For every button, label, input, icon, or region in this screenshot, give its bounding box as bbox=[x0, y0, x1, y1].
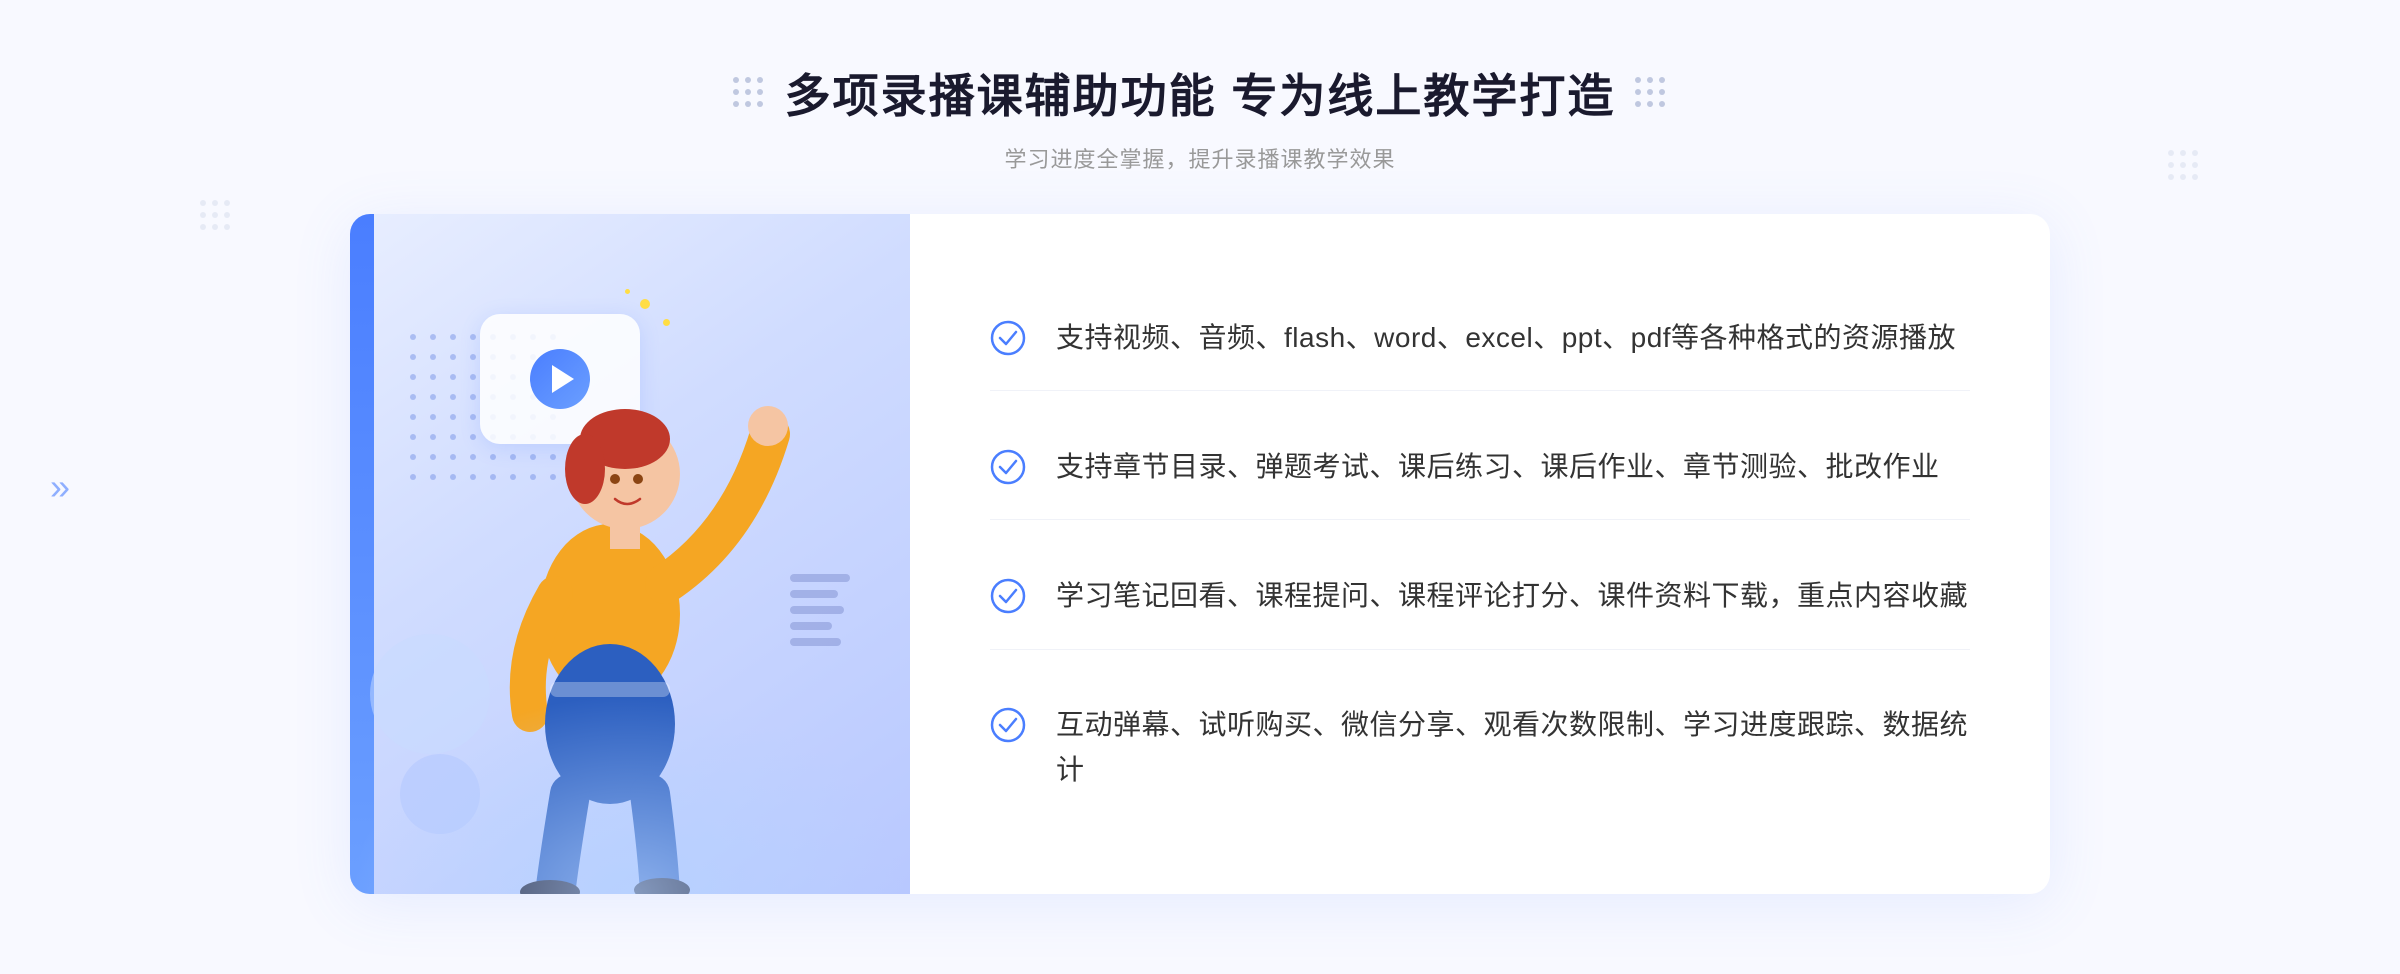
title-row: 多项录播课辅助功能 专为线上教学打造 bbox=[733, 60, 1668, 126]
glow-effect bbox=[350, 694, 910, 894]
feature-text-1: 支持视频、音频、flash、word、excel、ppt、pdf等各种格式的资源… bbox=[1056, 316, 1956, 361]
title-decoration-left bbox=[733, 77, 765, 109]
page-subtitle: 学习进度全掌握，提升录播课教学效果 bbox=[1004, 142, 1395, 174]
main-content-card: 支持视频、音频、flash、word、excel、ppt、pdf等各种格式的资源… bbox=[350, 214, 2050, 894]
check-icon-1 bbox=[990, 320, 1026, 356]
illustration-panel bbox=[350, 214, 910, 894]
nav-arrow-left[interactable]: » bbox=[50, 466, 70, 508]
feature-item-1: 支持视频、音频、flash、word、excel、ppt、pdf等各种格式的资源… bbox=[990, 286, 1970, 392]
check-icon-2 bbox=[990, 449, 1026, 485]
features-list: 支持视频、音频、flash、word、excel、ppt、pdf等各种格式的资源… bbox=[910, 214, 2050, 894]
bg-decoration-left bbox=[200, 200, 232, 232]
check-icon-3 bbox=[990, 578, 1026, 614]
page-title: 多项录播课辅助功能 专为线上教学打造 bbox=[785, 60, 1616, 126]
feature-item-4: 互动弹幕、试听购买、微信分享、观看次数限制、学习进度跟踪、数据统计 bbox=[990, 673, 1970, 823]
bg-decoration-right bbox=[2168, 150, 2200, 182]
feature-text-4: 互动弹幕、试听购买、微信分享、观看次数限制、学习进度跟踪、数据统计 bbox=[1056, 703, 1970, 793]
header-section: 多项录播课辅助功能 专为线上教学打造 学习进度全掌握，提升录播课教学效果 bbox=[733, 60, 1668, 174]
page-wrapper: 多项录播课辅助功能 专为线上教学打造 学习进度全掌握，提升录播课教学效果 » bbox=[0, 0, 2400, 974]
feature-text-3: 学习笔记回看、课程提问、课程评论打分、课件资料下载，重点内容收藏 bbox=[1056, 574, 1968, 619]
feature-item-2: 支持章节目录、弹题考试、课后练习、课后作业、章节测验、批改作业 bbox=[990, 415, 1970, 521]
check-icon-4 bbox=[990, 707, 1026, 743]
feature-text-2: 支持章节目录、弹题考试、课后练习、课后作业、章节测验、批改作业 bbox=[1056, 445, 1940, 490]
feature-item-3: 学习笔记回看、课程提问、课程评论打分、课件资料下载，重点内容收藏 bbox=[990, 544, 1970, 650]
title-decoration-right bbox=[1635, 77, 1667, 109]
